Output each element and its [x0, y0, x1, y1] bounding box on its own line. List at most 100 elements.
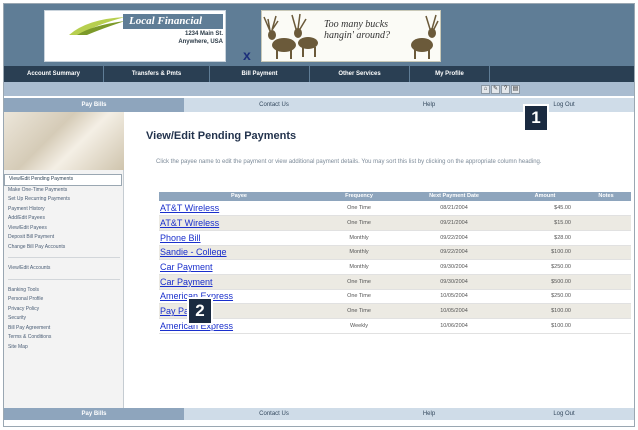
sidebar-divider — [8, 274, 120, 280]
nav-account-summary[interactable]: Account Summary — [4, 66, 104, 82]
footer-pay-bills[interactable]: Pay Bills — [4, 408, 184, 420]
main-nav: Account Summary Transfers & Pmts Bill Pa… — [4, 66, 634, 82]
bank-name: Local Financial — [123, 14, 223, 29]
nav-other-services[interactable]: Other Services — [310, 66, 410, 82]
col-notes[interactable]: Notes — [581, 192, 631, 201]
page-title: View/Edit Pending Payments — [146, 130, 297, 142]
payee-link[interactable]: AT&T Wireless — [160, 218, 219, 228]
payee-cell: Car Payment — [159, 259, 319, 275]
ad-line-2: hangin' around? — [324, 30, 390, 41]
payee-link[interactable]: AT&T Wireless — [160, 203, 219, 213]
amount-cell: $45.00 — [509, 201, 581, 217]
table-row: AT&T Wireless One Time 08/21/2004 $45.00 — [159, 201, 631, 217]
payee-cell: Car Payment — [159, 274, 319, 290]
ad-banner[interactable]: Too many bucks hangin' around? — [261, 10, 441, 62]
frequency-cell: One Time — [319, 303, 399, 319]
table-row: Sandie - College Monthly 09/22/2004 $100… — [159, 245, 631, 261]
nav-bill-payment[interactable]: Bill Payment — [210, 66, 310, 82]
instructions: Click the payee name to edit the payment… — [156, 159, 542, 165]
payee-cell: American Express — [159, 318, 319, 334]
frequency-cell: One Time — [319, 274, 399, 290]
frequency-cell: One Time — [319, 289, 399, 305]
close-icon[interactable]: x — [243, 48, 251, 62]
notes-cell — [581, 274, 631, 290]
amount-cell: $28.00 — [509, 230, 581, 246]
tab-pay-bills[interactable]: Pay Bills — [4, 98, 184, 112]
frequency-cell: Weekly — [319, 318, 399, 334]
print-icon[interactable]: ▤ — [511, 85, 520, 94]
notes-cell — [581, 289, 631, 305]
sidebar-item-banking-tools[interactable]: Banking Tools — [4, 286, 124, 296]
payee-cell: American Express — [159, 289, 319, 305]
tab-log-out[interactable]: Log Out — [494, 98, 634, 112]
address-line-1: 1234 Main St. — [184, 31, 223, 37]
col-frequency[interactable]: Frequency — [319, 192, 399, 201]
payee-cell: AT&T Wireless — [159, 201, 319, 217]
sidebar-item-terms[interactable]: Terms & Conditions — [4, 333, 124, 343]
amount-cell: $100.00 — [509, 303, 581, 319]
nav-my-profile[interactable]: My Profile — [410, 66, 490, 82]
nav-transfers[interactable]: Transfers & Pmts — [104, 66, 210, 82]
sidebar-item-view-payees[interactable]: View/Edit Payees — [4, 224, 124, 234]
table-body: AT&T Wireless One Time 08/21/2004 $45.00… — [159, 201, 631, 334]
edit-icon[interactable]: ✎ — [491, 85, 500, 94]
sidebar-item-site-map[interactable]: Site Map — [4, 343, 124, 353]
sidebar-item-recurring-payments[interactable]: Set Up Recurring Payments — [4, 195, 124, 205]
sidebar-item-view-accounts[interactable]: View/Edit Accounts — [4, 264, 124, 274]
sidebar-item-change-accounts[interactable]: Change Bill Pay Accounts — [4, 243, 124, 253]
table-row: Car Payment One Time 09/30/2004 $500.00 — [159, 274, 631, 290]
payee-cell: Sandie - College — [159, 245, 319, 261]
sidebar-item-privacy[interactable]: Privacy Policy — [4, 305, 124, 315]
notes-cell — [581, 318, 631, 334]
date-cell: 10/06/2004 — [399, 318, 509, 334]
sidebar-item-agreement[interactable]: Bill Pay Agreement — [4, 324, 124, 334]
col-amount[interactable]: Amount — [509, 192, 581, 201]
footer-help[interactable]: Help — [364, 408, 494, 420]
ad-line-1: Too many bucks — [324, 19, 389, 30]
amount-cell: $250.00 — [509, 289, 581, 305]
amount-cell: $100.00 — [509, 318, 581, 334]
sidebar-item-payment-history[interactable]: Payment History — [4, 205, 124, 215]
payee-link[interactable]: Phone Bill — [160, 233, 201, 243]
date-cell: 10/05/2004 — [399, 289, 509, 305]
table-row: Car Payment Monthly 09/30/2004 $250.00 — [159, 259, 631, 275]
annotation-badge-1: 1 — [523, 104, 549, 132]
frequency-cell: One Time — [319, 215, 399, 231]
tab-help[interactable]: Help — [364, 98, 494, 112]
footer-bar: Pay Bills Contact Us Help Log Out — [4, 408, 634, 420]
date-cell: 10/05/2004 — [399, 303, 509, 319]
sidebar-item-one-time-payments[interactable]: Make One-Time Payments — [4, 186, 124, 196]
payee-cell: Pay Pal — [159, 303, 319, 319]
notes-cell — [581, 303, 631, 319]
col-next-date[interactable]: Next Payment Date — [399, 192, 509, 201]
payee-cell: AT&T Wireless — [159, 215, 319, 231]
footer-log-out[interactable]: Log Out — [494, 408, 634, 420]
table-row: American Express One Time 10/05/2004 $25… — [159, 289, 631, 305]
sidebar-links: View/Edit Pending Payments Make One-Time… — [4, 174, 124, 352]
home-icon[interactable]: ⌂ — [481, 85, 490, 94]
sidebar-item-security[interactable]: Security — [4, 314, 124, 324]
footer-contact-us[interactable]: Contact Us — [184, 408, 364, 420]
help-icon[interactable]: ? — [501, 85, 510, 94]
tab-contact-us[interactable]: Contact Us — [184, 98, 364, 112]
amount-cell: $250.00 — [509, 259, 581, 275]
payee-link[interactable]: Car Payment — [160, 277, 213, 287]
annotation-badge-2: 2 — [187, 297, 213, 325]
payee-link[interactable]: Sandie - College — [160, 247, 227, 257]
notes-cell — [581, 201, 631, 217]
date-cell: 08/21/2004 — [399, 201, 509, 217]
payee-cell: Phone Bill — [159, 230, 319, 246]
date-cell: 09/30/2004 — [399, 274, 509, 290]
sidebar-item-view-edit-pending[interactable]: View/Edit Pending Payments — [4, 174, 122, 186]
frequency-cell: Monthly — [319, 230, 399, 246]
sidebar-item-deposit[interactable]: Deposit Bill Payment — [4, 233, 124, 243]
sidebar-photo — [4, 112, 124, 170]
col-payee[interactable]: Payee — [159, 192, 319, 201]
swoosh-icon — [69, 17, 125, 35]
frequency-cell: One Time — [319, 201, 399, 217]
date-cell: 09/22/2004 — [399, 245, 509, 261]
bank-logo[interactable]: Local Financial 1234 Main St. Anywhere, … — [44, 10, 226, 62]
sidebar-item-personal-profile[interactable]: Personal Profile — [4, 295, 124, 305]
sidebar-item-add-payees[interactable]: Add/Edit Payees — [4, 214, 124, 224]
payee-link[interactable]: Car Payment — [160, 262, 213, 272]
